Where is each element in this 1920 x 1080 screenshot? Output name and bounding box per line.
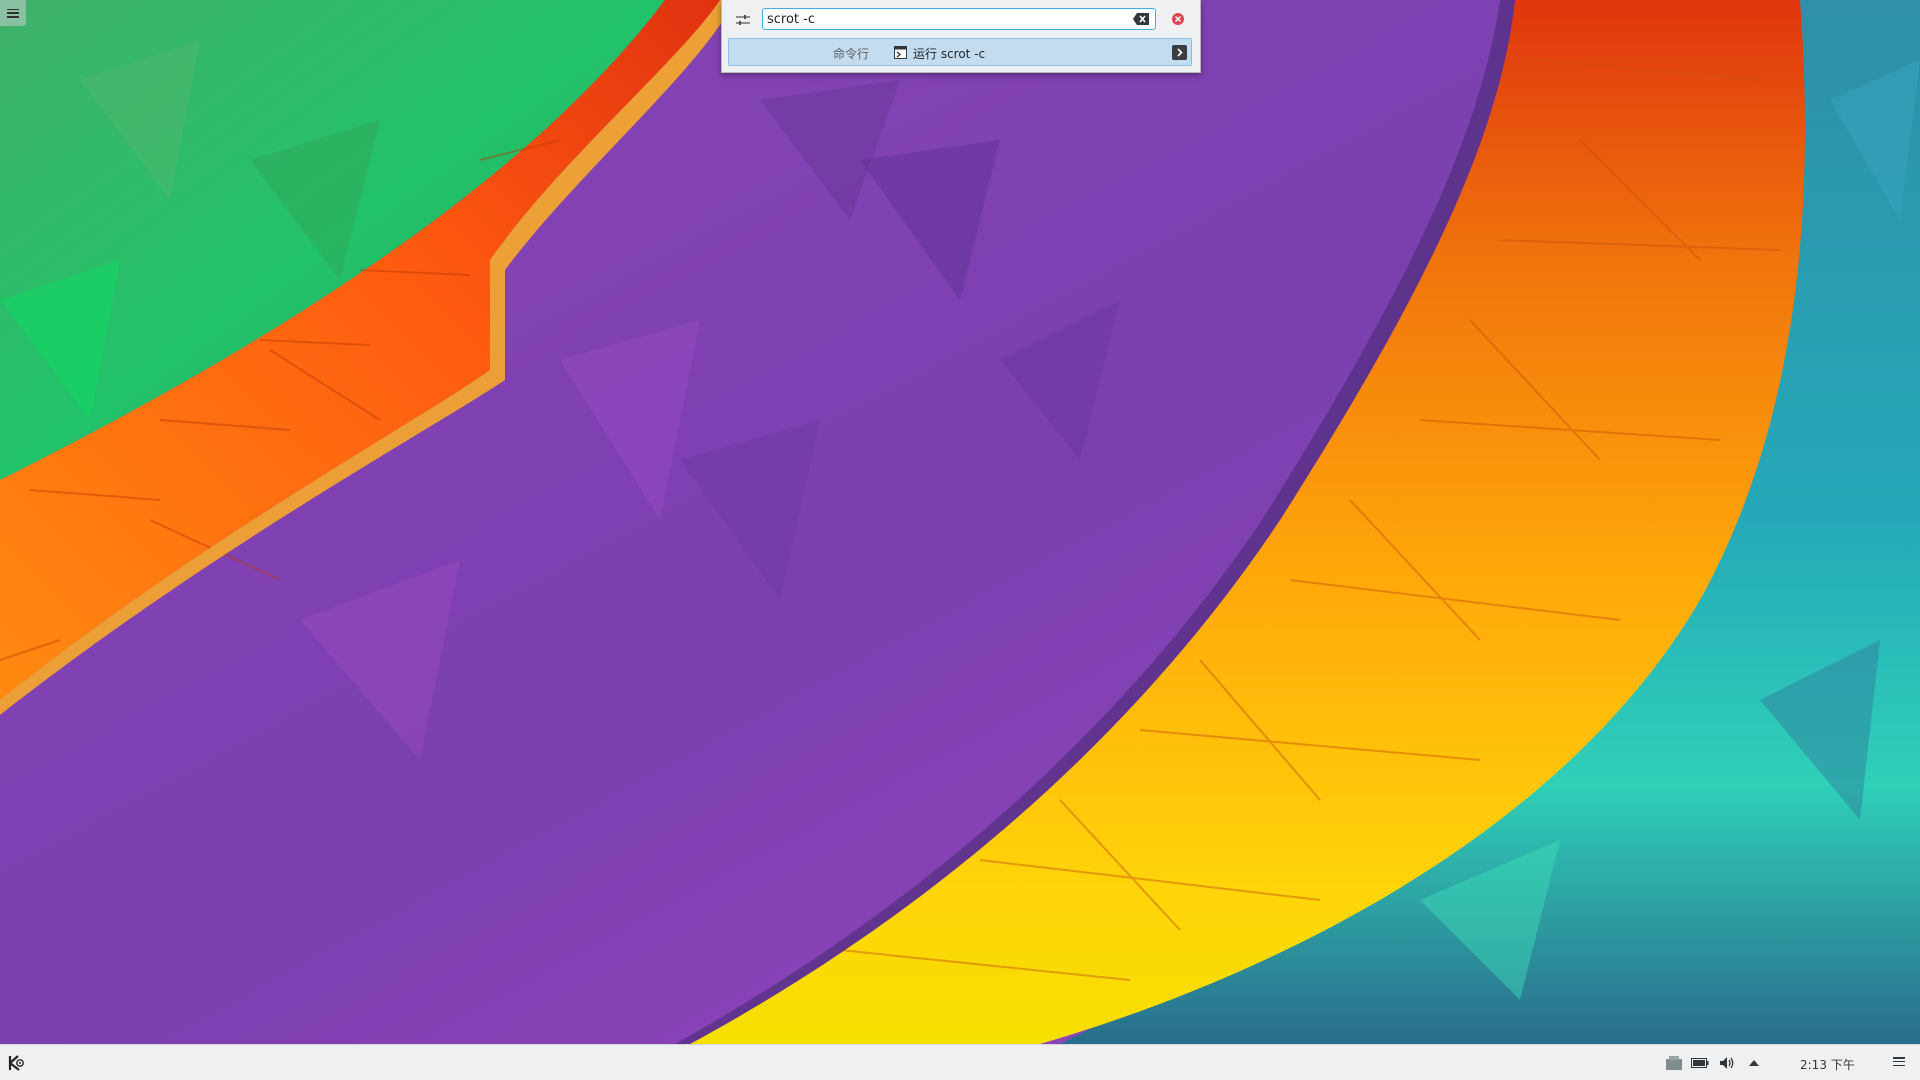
hamburger-menu-icon xyxy=(7,8,19,18)
close-circle-icon[interactable] xyxy=(1171,12,1185,26)
device-notifier-icon[interactable] xyxy=(1665,1055,1683,1071)
sliders-config-icon xyxy=(736,15,750,25)
desktop-toolbox-button[interactable] xyxy=(0,0,26,26)
terminal-run-icon xyxy=(894,46,907,59)
volume-icon[interactable] xyxy=(1718,1055,1736,1071)
search-result-item[interactable]: 命令行 运行 scrot -c xyxy=(728,38,1192,66)
kde-logo-icon xyxy=(8,1055,24,1071)
result-title: 运行 scrot -c xyxy=(913,47,986,61)
digital-clock[interactable]: 2:13 下午 xyxy=(1800,1056,1855,1073)
taskbar-panel: 2:13 下午 xyxy=(0,1044,1920,1080)
expand-tray-icon[interactable] xyxy=(1745,1055,1763,1071)
desktop-wallpaper xyxy=(0,0,1920,1044)
search-input[interactable] xyxy=(767,10,1117,28)
wallpaper-art xyxy=(0,0,1920,1044)
search-field[interactable] xyxy=(762,8,1156,30)
application-launcher-button[interactable] xyxy=(6,1053,26,1073)
chevron-right-icon xyxy=(1177,48,1183,57)
hamburger-menu-icon xyxy=(1893,1057,1905,1066)
battery-icon[interactable] xyxy=(1691,1055,1709,1071)
backspace-clear-icon[interactable] xyxy=(1132,12,1150,26)
result-category-label: 命令行 xyxy=(833,47,870,61)
panel-options-button[interactable] xyxy=(1893,1057,1905,1066)
result-action-button[interactable] xyxy=(1172,45,1187,60)
krunner-window: 命令行 运行 scrot -c xyxy=(721,0,1201,73)
krunner-config-button[interactable] xyxy=(733,10,753,30)
